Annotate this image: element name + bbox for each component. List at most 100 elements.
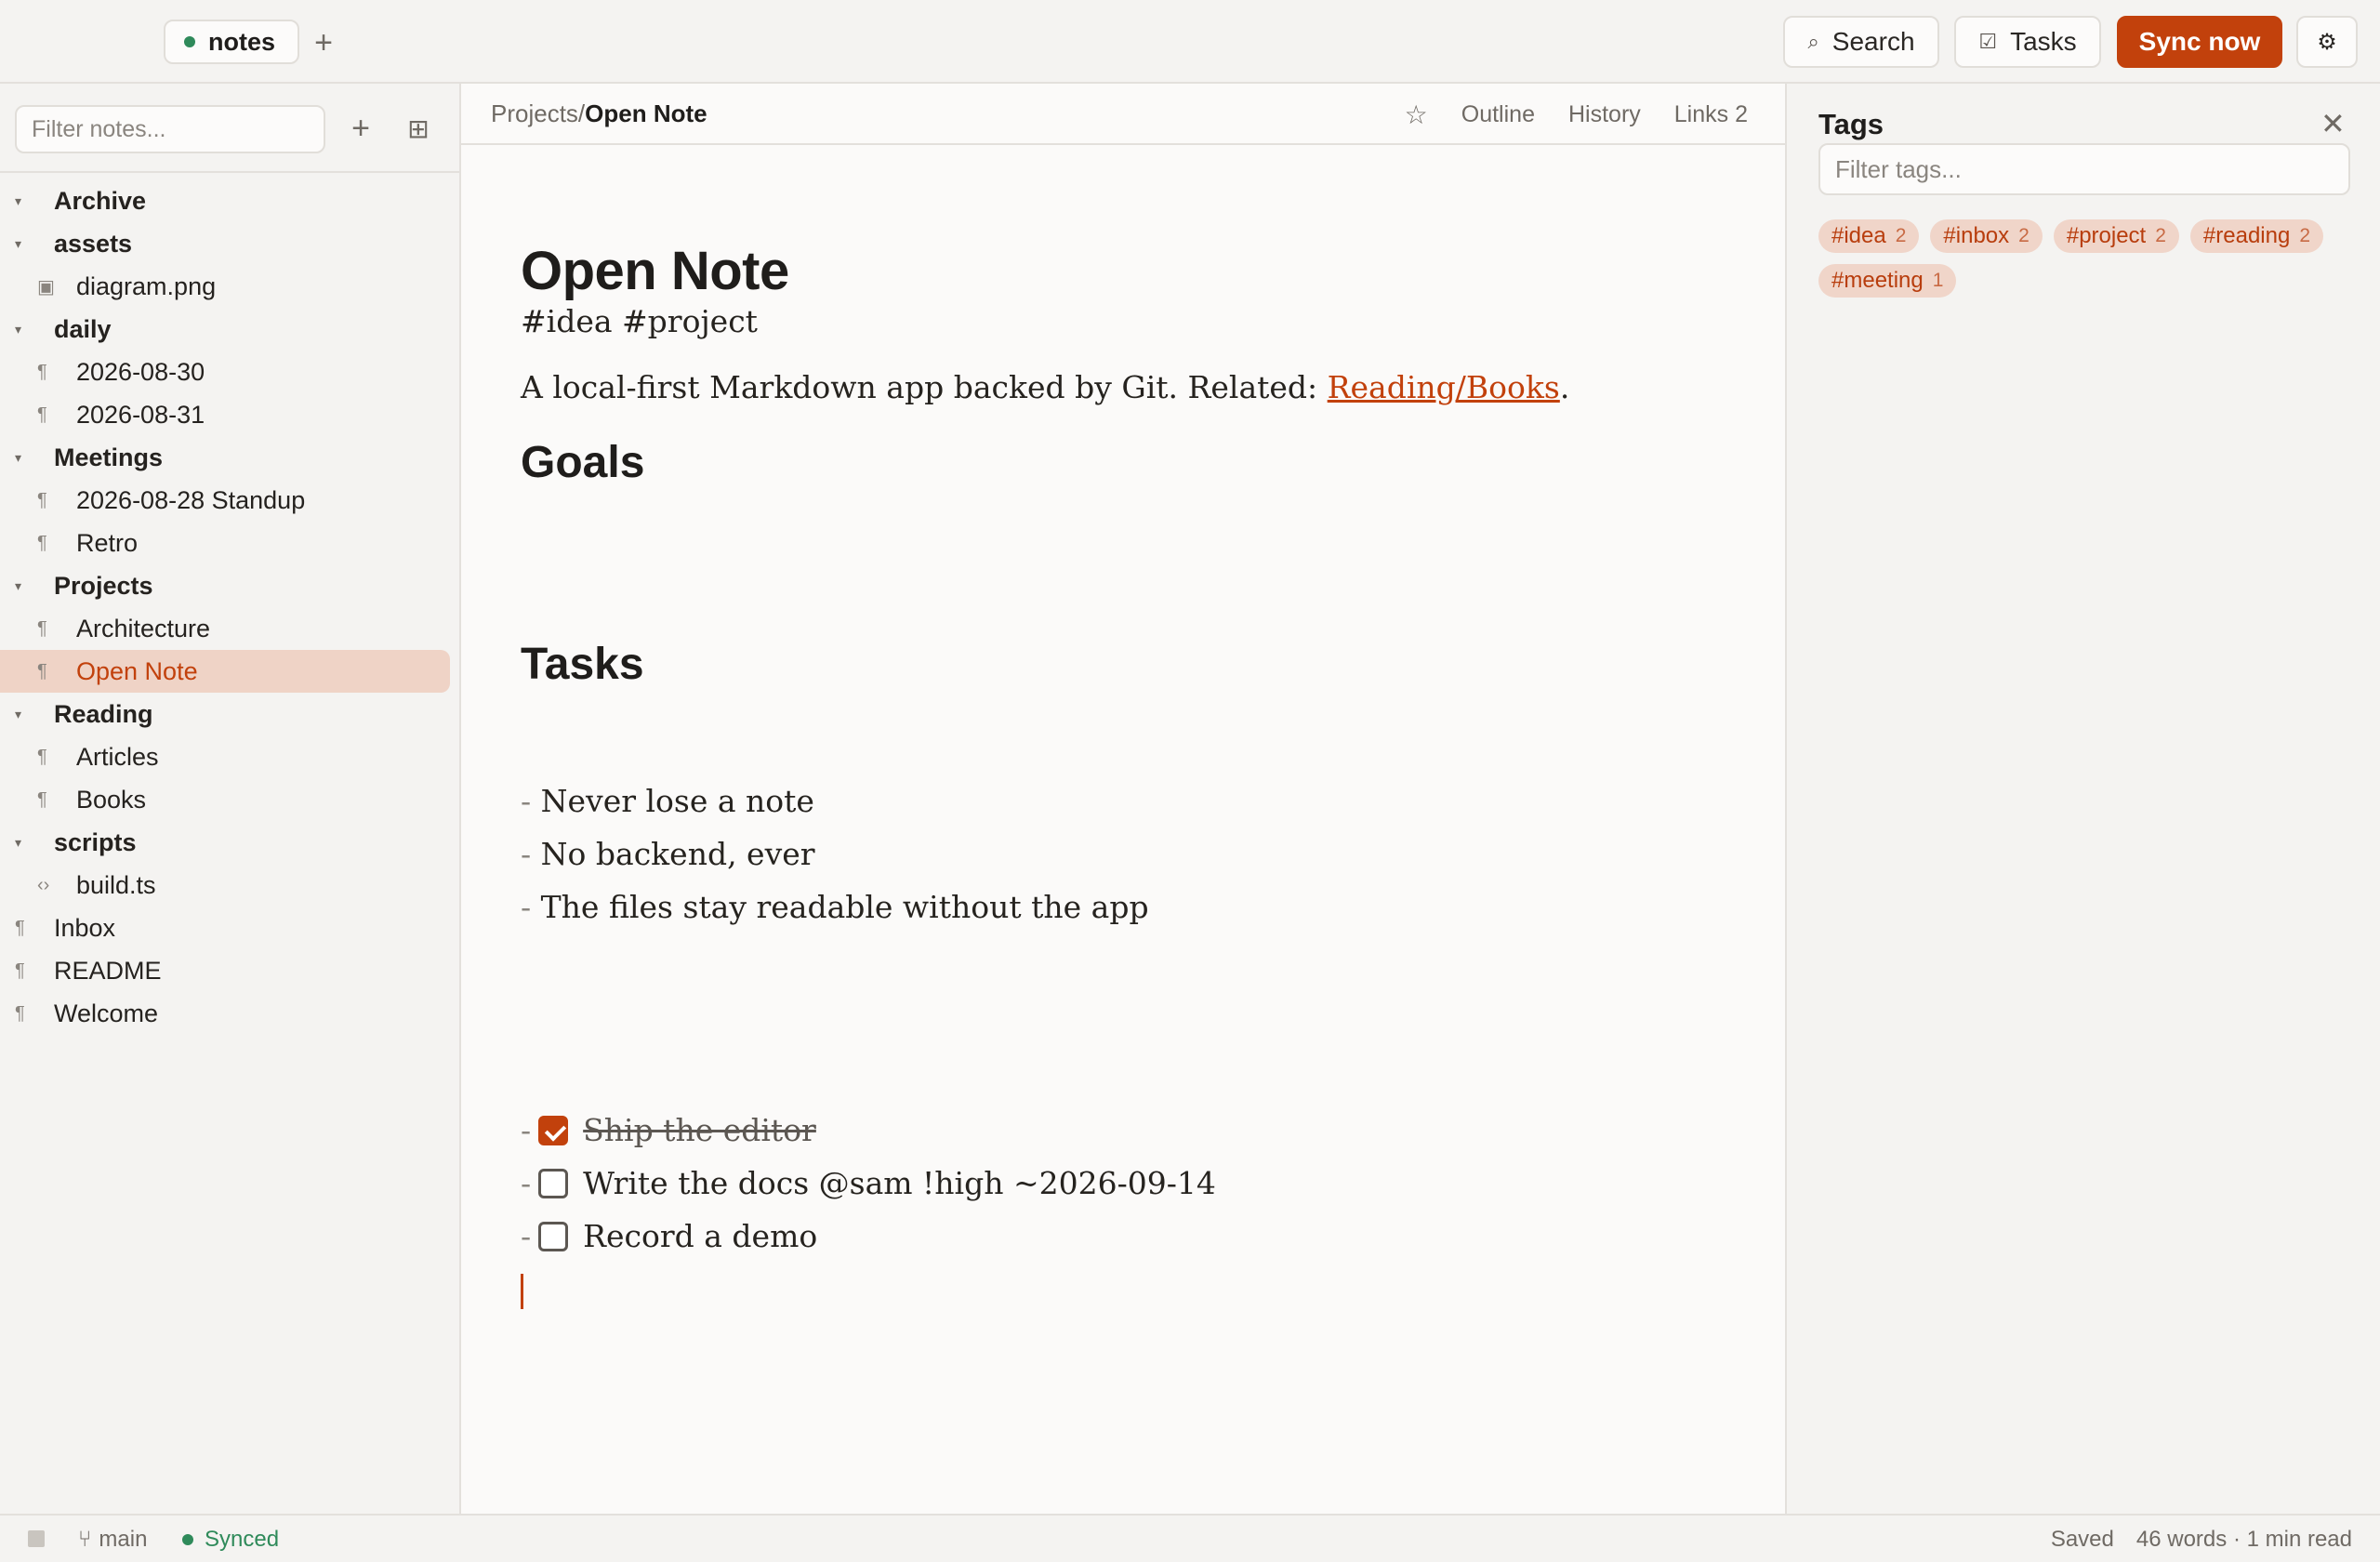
tag-chip[interactable]: #project 2 — [2053, 219, 2179, 253]
panel-toggle-icon[interactable] — [28, 1530, 45, 1547]
folder-item[interactable]: ▾ daily — [0, 308, 459, 351]
file-item[interactable]: ¶ 2026-08-28 Standup — [0, 479, 459, 522]
tag-count: 2 — [1895, 225, 1907, 246]
tree-item-label: scripts — [54, 827, 137, 856]
folder-item[interactable]: ▾ Reading — [0, 693, 459, 735]
task-item: - Record a demo — [521, 1218, 817, 1254]
filter-tags-input[interactable] — [1818, 143, 2350, 195]
chevron-down-icon[interactable]: ▾ — [15, 322, 21, 338]
chevron-down-icon[interactable]: ▾ — [15, 236, 21, 252]
task-checkbox[interactable] — [538, 1221, 569, 1251]
intro-end: . — [1559, 369, 1570, 405]
file-item[interactable]: ¶ Welcome — [0, 992, 459, 1035]
list-bullet: - — [521, 836, 532, 872]
editor-pane: Projects/Open Note ☆ Outline History Lin… — [461, 84, 1785, 1514]
tag-chip[interactable]: #idea 2 — [1818, 219, 1920, 253]
chevron-down-icon[interactable]: ▾ — [15, 450, 21, 466]
file-item[interactable]: ▣ diagram.png — [0, 265, 459, 308]
file-item[interactable]: ¶ README — [0, 949, 459, 992]
new-note-button[interactable]: + — [342, 108, 379, 149]
tree-item-label: Books — [76, 785, 147, 814]
tag-name: #reading — [2202, 223, 2291, 248]
filter-notes-input[interactable] — [15, 105, 325, 153]
text-cursor — [521, 1274, 523, 1309]
chevron-down-icon[interactable]: ▾ — [15, 578, 21, 594]
wiki-link-reading-books[interactable]: Reading/Books — [1328, 369, 1560, 405]
task-checkbox[interactable] — [538, 1115, 569, 1145]
folder-item[interactable]: ▾ assets — [0, 222, 459, 265]
settings-button[interactable]: ⚙ — [2296, 16, 2358, 68]
close-icon[interactable]: ✕ — [2320, 106, 2346, 141]
note-title: Open Note — [521, 241, 789, 301]
folder-item[interactable]: ▾ scripts — [0, 821, 459, 864]
gear-icon: ⚙ — [2317, 29, 2337, 55]
sync-status: Synced — [182, 1527, 279, 1553]
tasks-icon: ☑ — [1978, 30, 1998, 53]
goals-heading: Goals — [521, 438, 645, 487]
save-status: Saved — [2050, 1527, 2114, 1552]
file-item[interactable]: ¶ 2026-08-30 — [0, 351, 459, 393]
file-item[interactable]: ¶ Retro — [0, 522, 459, 564]
intro-text: A local-first Markdown app backed by Git… — [521, 369, 1328, 405]
tag-count: 1 — [1932, 270, 1944, 291]
breadcrumb-parent[interactable]: Projects/ — [491, 99, 585, 127]
folder-item[interactable]: ▾ Archive — [0, 179, 459, 222]
tag-chip[interactable]: #inbox 2 — [1930, 219, 2043, 253]
file-item[interactable]: ¶ Open Note — [0, 650, 450, 693]
list-bullet: - — [521, 783, 532, 819]
tag-chip[interactable]: #meeting 1 — [1818, 264, 1957, 298]
list-bullet: - — [521, 1112, 532, 1148]
links-button[interactable]: Links 2 — [1674, 101, 1748, 128]
history-button[interactable]: History — [1568, 101, 1641, 128]
folder-item[interactable]: ▾ Projects — [0, 564, 459, 607]
tasks-heading: Tasks — [521, 640, 644, 689]
tree-item-label: Archive — [54, 186, 147, 215]
note-file-icon: ¶ — [37, 660, 47, 682]
tags-panel-title: Tags — [1818, 108, 1884, 140]
intro-paragraph: A local-first Markdown app backed by Git… — [521, 369, 1569, 405]
tasks-button-label: Tasks — [2010, 27, 2077, 56]
vault-name: notes — [208, 27, 276, 56]
tasks-button[interactable]: ☑ Tasks — [1954, 16, 2101, 68]
tag-name: #inbox — [1943, 223, 2010, 248]
note-file-icon: ¶ — [37, 746, 47, 767]
note-file-icon: ¶ — [37, 404, 47, 425]
chevron-down-icon[interactable]: ▾ — [15, 707, 21, 722]
star-icon[interactable]: ☆ — [1405, 99, 1428, 130]
task-item: - Ship the editor — [521, 1112, 816, 1148]
tree-item-label: build.ts — [76, 870, 156, 899]
vault-tab[interactable]: notes — [164, 20, 300, 64]
tag-count: 2 — [2018, 225, 2030, 246]
grid-view-icon[interactable]: ⊞ — [400, 108, 437, 149]
folder-item[interactable]: ▾ Meetings — [0, 436, 459, 479]
note-file-icon: ¶ — [37, 617, 47, 639]
goal-list-item: - Never lose a note — [521, 783, 814, 819]
tree-item-label: Architecture — [76, 614, 211, 642]
task-text: Ship the editor — [583, 1112, 816, 1148]
file-item[interactable]: ¶ Articles — [0, 735, 459, 778]
outline-button[interactable]: Outline — [1461, 101, 1535, 128]
file-item[interactable]: ‹› build.ts — [0, 864, 459, 907]
sync-now-button[interactable]: Sync now — [2117, 16, 2282, 68]
chevron-down-icon[interactable]: ▾ — [15, 835, 21, 851]
tag-name: #meeting — [1831, 268, 1924, 293]
tree-item-label: Articles — [76, 742, 159, 771]
file-item[interactable]: ¶ Books — [0, 778, 459, 821]
file-item[interactable]: ¶ Architecture — [0, 607, 459, 650]
tree-item-label: Open Note — [76, 656, 198, 685]
tag-count: 2 — [2299, 225, 2311, 246]
branch-name: main — [99, 1527, 148, 1552]
add-vault-button[interactable]: + — [305, 22, 342, 63]
task-item: - Write the docs @sam !high ~2026-09-14 — [521, 1165, 1216, 1201]
file-item[interactable]: ¶ 2026-08-31 — [0, 393, 459, 436]
tag-name: #project — [2066, 223, 2147, 248]
git-branch[interactable]: ⑂ main — [78, 1527, 147, 1553]
branch-icon: ⑂ — [78, 1527, 92, 1552]
note-tags-line: #idea #project — [521, 303, 758, 339]
task-checkbox[interactable] — [538, 1168, 569, 1198]
file-item[interactable]: ¶ Inbox — [0, 907, 459, 949]
chevron-down-icon[interactable]: ▾ — [15, 193, 21, 209]
list-bullet: - — [521, 1165, 532, 1201]
tag-chip[interactable]: #reading 2 — [2189, 219, 2324, 253]
search-button[interactable]: ⌕ Search — [1783, 16, 1939, 68]
